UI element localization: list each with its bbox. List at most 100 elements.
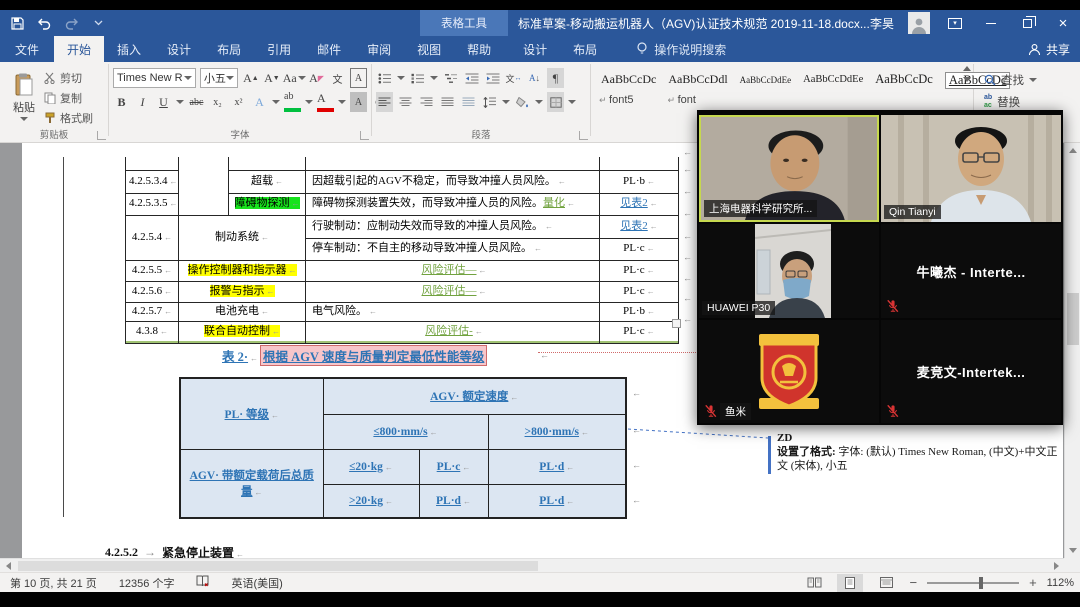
character-shading-icon[interactable]: A <box>350 92 367 112</box>
cut-button[interactable]: 剪切 <box>44 69 93 86</box>
cell-clause[interactable]: 4.2.5.5 <box>126 260 179 281</box>
underline-icon[interactable]: U <box>155 92 172 112</box>
cell-risk-eval[interactable]: 风险评估— <box>422 264 487 276</box>
table-row[interactable]: AGV· 带额定载荷后总质量 ≤20·kg PL·c PL·d <box>180 449 626 484</box>
zoom-level[interactable]: 112% <box>1047 577 1074 589</box>
tab-tabletools-layout[interactable]: 布局 <box>560 36 610 62</box>
bullets-icon[interactable] <box>376 68 393 88</box>
cell-risk-desc[interactable]: 障碍物探测装置失效，而导致冲撞人员的风险。 <box>312 197 543 209</box>
cell-item-highlighted[interactable]: 障碍物探测 <box>235 197 300 209</box>
numbering-icon[interactable] <box>409 68 426 88</box>
decrease-indent-icon[interactable] <box>463 68 480 88</box>
font-name-combobox[interactable]: Times New R <box>113 68 196 88</box>
show-marks-icon[interactable]: ¶ <box>547 68 564 88</box>
table2-caption[interactable]: 表 2· 根据 AGV 速度与质量判定最低性能等级 <box>222 347 487 363</box>
cell-pl[interactable]: PL·c <box>600 238 679 260</box>
cell-pl[interactable]: PL·b <box>600 170 679 193</box>
video-tile[interactable]: HUAWEI P30 <box>699 224 879 318</box>
multilevel-list-icon[interactable] <box>442 68 459 88</box>
share-button[interactable]: 共享 <box>1028 36 1070 62</box>
cell-pl-value[interactable]: PL·c <box>419 449 488 484</box>
cell-mass-header[interactable]: AGV· 带额定载荷后总质量 <box>180 449 323 518</box>
cell-risk-link[interactable]: 量化 <box>543 197 575 209</box>
cell-pl-value[interactable]: PL·d <box>419 484 488 518</box>
cell-clause[interactable]: 4.3.8 <box>126 321 179 343</box>
underline-caret[interactable] <box>176 100 184 104</box>
cell-item[interactable]: 超载 <box>251 175 283 187</box>
clipboard-dialog-launcher[interactable] <box>97 131 106 140</box>
phonetic-guide-icon[interactable]: 文 <box>329 68 346 88</box>
distribute-icon[interactable] <box>460 92 477 112</box>
shrink-font-icon[interactable]: A▼ <box>263 68 280 88</box>
increase-indent-icon[interactable] <box>484 68 501 88</box>
font-dialog-launcher[interactable] <box>360 131 369 140</box>
shading-caret[interactable] <box>535 100 543 104</box>
zoom-slider[interactable] <box>927 582 1019 584</box>
format-painter-button[interactable]: 格式刷 <box>44 109 93 126</box>
cell-speed-header[interactable]: AGV· 额定速度 <box>323 378 626 414</box>
cell-pl-link[interactable]: 见表2 <box>620 197 658 209</box>
cell-clause[interactable]: 4.2.5.6 <box>126 281 179 302</box>
cell-clause[interactable]: 4.2.5.7 <box>126 302 179 321</box>
redo-icon[interactable] <box>62 14 80 32</box>
bullets-caret[interactable] <box>397 76 405 80</box>
cell-item[interactable]: 制动系统 <box>179 215 306 260</box>
cell-pl-link[interactable]: 见表2 <box>620 220 658 232</box>
font-color-caret[interactable] <box>338 100 346 104</box>
sort-icon[interactable]: A↓ <box>526 68 543 88</box>
ribbon-display-options-icon[interactable]: ▾ <box>944 13 966 33</box>
bold-icon[interactable]: B <box>113 92 130 112</box>
cell-pl-value[interactable]: PL·d <box>488 484 626 518</box>
cell-pl[interactable]: PL·c <box>600 321 679 343</box>
numbering-caret[interactable] <box>430 76 438 80</box>
cell-pl[interactable]: PL·b <box>600 302 679 321</box>
cell-pl-value[interactable]: PL·d <box>488 449 626 484</box>
restore-button[interactable] <box>1016 13 1038 33</box>
text-effects-icon[interactable]: A <box>251 92 268 112</box>
paste-dropdown-caret[interactable] <box>20 117 28 121</box>
font-size-combobox[interactable]: 小五 <box>200 68 239 88</box>
scroll-down-icon[interactable] <box>1065 543 1080 558</box>
language-indicator[interactable]: 英语(美国) <box>231 575 282 591</box>
cell-risk-desc[interactable]: 行驶制动：应制动失效而导致的冲撞人员风险。 <box>306 215 600 238</box>
tab-view[interactable]: 视图 <box>404 36 454 62</box>
cell-item[interactable]: 电池充电 <box>179 302 306 321</box>
paste-button[interactable]: 粘贴 <box>4 66 44 128</box>
cell-mass-high[interactable]: >20·kg <box>323 484 419 518</box>
highlight-caret[interactable] <box>305 100 313 104</box>
video-tile[interactable]: 麦竞文-Intertek... <box>881 320 1061 423</box>
change-case-icon[interactable]: Aa <box>284 68 304 88</box>
cell-mass-low[interactable]: ≤20·kg <box>323 449 419 484</box>
font-color-icon[interactable]: A <box>317 92 334 112</box>
user-name[interactable]: 李昊 <box>870 15 894 32</box>
style-item[interactable]: AaBbCcDdEe <box>740 72 792 85</box>
minimize-button[interactable] <box>980 13 1002 33</box>
align-left-icon[interactable] <box>376 92 393 112</box>
vertical-scroll-thumb[interactable] <box>1067 293 1079 345</box>
align-center-icon[interactable] <box>397 92 414 112</box>
revision-note[interactable]: ZD 设置了格式: 字体: (默认) Times New Roman, (中文)… <box>777 432 1063 473</box>
asian-layout-icon[interactable]: 文↔ <box>505 68 522 88</box>
style-item[interactable]: AaBbCcDdEe <box>803 72 863 85</box>
style-item[interactable]: AaBbCcDdl <box>668 72 727 87</box>
cell-clause[interactable]: 4.2.5.3.4 <box>126 170 179 193</box>
read-mode-icon[interactable] <box>801 574 827 592</box>
tab-review[interactable]: 审阅 <box>354 36 404 62</box>
cell-risk-eval[interactable]: 风险评估— <box>422 285 487 297</box>
cell-pl[interactable]: PL·c <box>600 281 679 302</box>
table-row[interactable]: 4.2.5.4 制动系统 行驶制动：应制动失效而导致的冲撞人员风险。 见表2 <box>126 215 679 238</box>
text-effects-caret[interactable] <box>272 100 280 104</box>
replace-button[interactable]: abac 替换 <box>984 94 1064 110</box>
video-tile[interactable]: 鱼米 <box>699 320 879 423</box>
scroll-up-icon[interactable] <box>1065 143 1080 158</box>
qat-customize-icon[interactable] <box>89 14 107 32</box>
close-button[interactable]: × <box>1052 13 1074 33</box>
borders-caret[interactable] <box>568 100 576 104</box>
cell-clause[interactable]: 4.2.5.3.5 <box>126 193 179 215</box>
web-layout-icon[interactable] <box>873 574 899 592</box>
scroll-right-icon[interactable] <box>1050 559 1062 573</box>
strikethrough-icon[interactable]: abc <box>188 92 205 112</box>
tab-file[interactable]: 文件 <box>0 36 54 62</box>
video-tile[interactable]: 牛曦杰 - Interte... <box>881 224 1061 318</box>
cell-risk-desc[interactable]: 电气风险。 <box>306 302 600 321</box>
